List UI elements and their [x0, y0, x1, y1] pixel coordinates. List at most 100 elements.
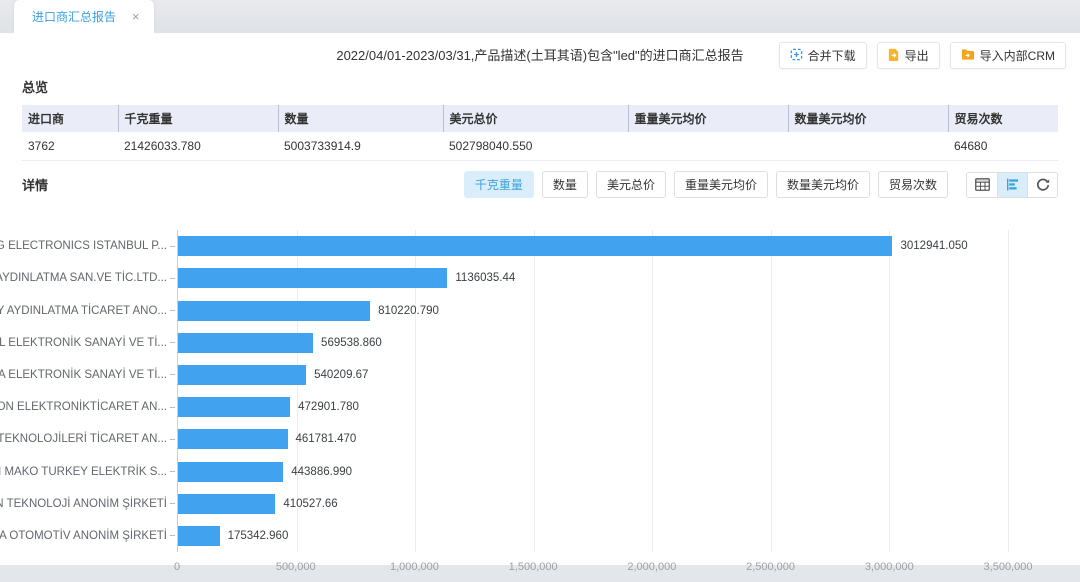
bar-value-label: 461781.470 [296, 429, 357, 449]
export-icon [888, 48, 900, 64]
column-header: 重量美元均价 [628, 105, 788, 132]
bar-row: 175342.960 [178, 526, 1008, 546]
metric-tab-3[interactable]: 重量美元均价 [674, 171, 768, 198]
close-icon[interactable]: × [132, 10, 140, 23]
metric-tab-4[interactable]: 数量美元均价 [776, 171, 870, 198]
import-crm-label: 导入内部CRM [980, 47, 1055, 64]
import-crm-button[interactable]: 导入内部CRM [950, 42, 1066, 69]
merge-download-label: 合并下载 [808, 47, 856, 64]
bar-chart-view-icon[interactable] [997, 173, 1027, 197]
bar[interactable] [178, 333, 313, 353]
x-tick-label: 0 [174, 561, 180, 573]
column-header: 数量美元均价 [788, 105, 948, 132]
bar-row: 443886.990 [178, 462, 1008, 482]
table-cell: 5003733914.9 [278, 132, 443, 161]
column-header: 贸易次数 [948, 105, 1058, 132]
bar[interactable] [178, 526, 220, 546]
category-label: SAMSUNG ELECTRONICS ISTANBUL P... [0, 240, 177, 252]
column-header: 千克重量 [118, 105, 278, 132]
x-tick-label: 2,500,000 [746, 561, 795, 573]
bar-value-label: 443886.990 [291, 462, 352, 482]
bar[interactable] [178, 365, 306, 385]
metric-tab-5[interactable]: 贸易次数 [878, 171, 948, 198]
bar[interactable] [178, 494, 275, 514]
import-crm-icon [961, 48, 975, 64]
category-label: SİGNİFY AYDINLATMA TİCARET ANO... [0, 305, 177, 317]
x-tick-label: 3,000,000 [865, 561, 914, 573]
plot-area: 3012941.050 1136035.44 810220.790 569538.86… [177, 230, 1008, 552]
metric-tab-0[interactable]: 千克重量 [464, 171, 534, 198]
category-label: VESTEL ELEKTRONİK SANAYİ VE Tİ... [0, 337, 177, 349]
bar-row: 1136035.44 [178, 268, 1008, 288]
category-label: OSRAM TEKNOLOJİLERİ TİCARET AN... [0, 433, 177, 445]
category-label: TP VISION ELEKTRONİKTİCARET AN... [0, 401, 177, 413]
chart-category-labels: SAMSUNG ELECTRONICS ISTANBUL P... UĞUR AY… [0, 230, 177, 552]
bar[interactable] [178, 236, 892, 256]
bar[interactable] [178, 462, 283, 482]
tab-title: 进口商汇总报告 [32, 8, 116, 25]
export-button[interactable]: 导出 [877, 42, 940, 69]
bar[interactable] [178, 301, 370, 321]
gridline [1008, 230, 1009, 552]
view-switcher [966, 172, 1058, 198]
bar-value-label: 472901.780 [298, 397, 359, 417]
table-view-icon[interactable] [967, 173, 997, 197]
bar-value-label: 540209.67 [314, 365, 368, 385]
tab-strip: 进口商汇总报告 × [0, 0, 1080, 33]
x-tick-label: 1,000,000 [390, 561, 439, 573]
table-cell: 64680 [948, 132, 1058, 161]
refresh-icon[interactable] [1027, 173, 1057, 197]
bar-value-label: 810220.790 [378, 301, 439, 321]
bar[interactable] [178, 268, 447, 288]
report-header: 2022/04/01-2023/03/31,产品描述(土耳其语)包含"led"的… [0, 33, 1080, 75]
table-cell: 502798040.550 [443, 132, 628, 161]
category-label: UĞUR AYDINLATMA SAN.VE TİC.LTD... [0, 272, 177, 284]
report-content: 2022/04/01-2023/03/31,产品描述(土耳其语)包含"led"的… [0, 33, 1080, 565]
bar-row: 810220.790 [178, 301, 1008, 321]
bar-value-label: 3012941.050 [900, 236, 967, 256]
category-label: FARBA OTOMOTİV ANONİM ŞİRKETİ [0, 530, 177, 542]
bar-row: 461781.470 [178, 429, 1008, 449]
metric-tabs: 千克重量数量美元总价重量美元均价数量美元均价贸易次数 [464, 171, 948, 198]
table-cell: 3762 [22, 132, 118, 161]
bar-row: 410527.66 [178, 494, 1008, 514]
detail-toolbar: 详情 千克重量数量美元总价重量美元均价数量美元均价贸易次数 [22, 171, 1058, 198]
bar-row: 472901.780 [178, 397, 1008, 417]
category-label: APRON TEKNOLOJİ ANONİM ŞİRKETİ [0, 498, 177, 510]
column-header: 美元总价 [443, 105, 628, 132]
overview-table: 进口商千克重量数量美元总价重量美元均价数量美元均价贸易次数 3762214260… [22, 105, 1058, 161]
chart-x-axis: 0 500,000 1,000,000 1,500,000 2,000,000 2,500… [177, 552, 1008, 582]
bar-row: 3012941.050 [178, 236, 1008, 256]
overview-section-label: 总览 [22, 77, 1080, 96]
overview-data-row: 376221426033.7805003733914.9502798040.55… [22, 132, 1058, 161]
x-tick-label: 500,000 [276, 561, 316, 573]
merge-download-icon [790, 48, 803, 64]
metric-tab-2[interactable]: 美元总价 [596, 171, 666, 198]
bar-value-label: 1136035.44 [455, 268, 515, 288]
x-tick-label: 1,500,000 [509, 561, 558, 573]
bar[interactable] [178, 429, 288, 449]
merge-download-button[interactable]: 合并下载 [779, 42, 867, 69]
overview-header-row: 进口商千克重量数量美元总价重量美元均价数量美元均价贸易次数 [22, 105, 1058, 132]
bar[interactable] [178, 397, 290, 417]
bar-row: 540209.67 [178, 365, 1008, 385]
bar-value-label: 410527.66 [283, 494, 337, 514]
x-tick-label: 2,000,000 [627, 561, 676, 573]
table-cell [628, 132, 788, 161]
tab-import-report[interactable]: 进口商汇总报告 × [14, 0, 154, 33]
column-header: 进口商 [22, 105, 118, 132]
metric-tab-1[interactable]: 数量 [542, 171, 588, 198]
header-buttons: 合并下载 导出 导入内部CRM [779, 42, 1066, 69]
category-label: MARELLI MAKO TURKEY ELEKTRİK S... [0, 466, 177, 478]
export-label: 导出 [905, 47, 929, 64]
table-cell: 21426033.780 [118, 132, 278, 161]
x-tick-label: 3,500,000 [984, 561, 1033, 573]
detail-controls: 千克重量数量美元总价重量美元均价数量美元均价贸易次数 [464, 171, 1058, 198]
detail-section-label: 详情 [22, 175, 48, 194]
page-title: 2022/04/01-2023/03/31,产品描述(土耳其语)包含"led"的… [336, 45, 743, 64]
importer-bar-chart: SAMSUNG ELECTRONICS ISTANBUL P... UĞUR AY… [0, 230, 1080, 582]
table-cell [788, 132, 948, 161]
column-header: 数量 [278, 105, 443, 132]
bar-value-label: 569538.860 [321, 333, 382, 353]
category-label: ATMACA ELEKTRONİK SANAYİ VE Tİ... [0, 369, 177, 381]
